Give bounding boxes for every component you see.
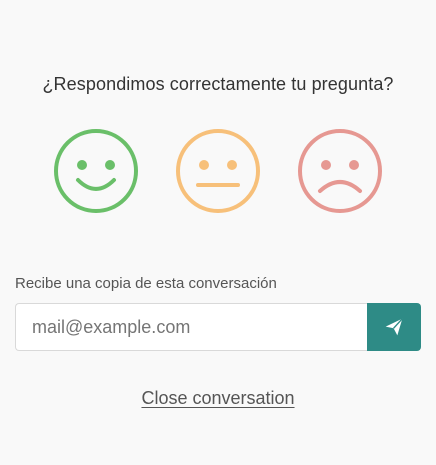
email-field[interactable] — [15, 303, 367, 351]
feedback-question: ¿Respondimos correctamente tu pregunta? — [42, 74, 394, 94]
transcript-label: Recibe una copia de esta conversación — [15, 275, 277, 292]
rating-faces — [0, 127, 436, 217]
paper-plane-icon — [384, 317, 404, 337]
neutral-face-icon[interactable] — [174, 127, 262, 215]
happy-face-icon[interactable] — [52, 127, 140, 215]
email-form — [15, 303, 421, 351]
close-conversation-link[interactable]: Close conversation — [0, 388, 436, 409]
send-button[interactable] — [367, 303, 421, 351]
sad-face-icon[interactable] — [296, 127, 384, 215]
